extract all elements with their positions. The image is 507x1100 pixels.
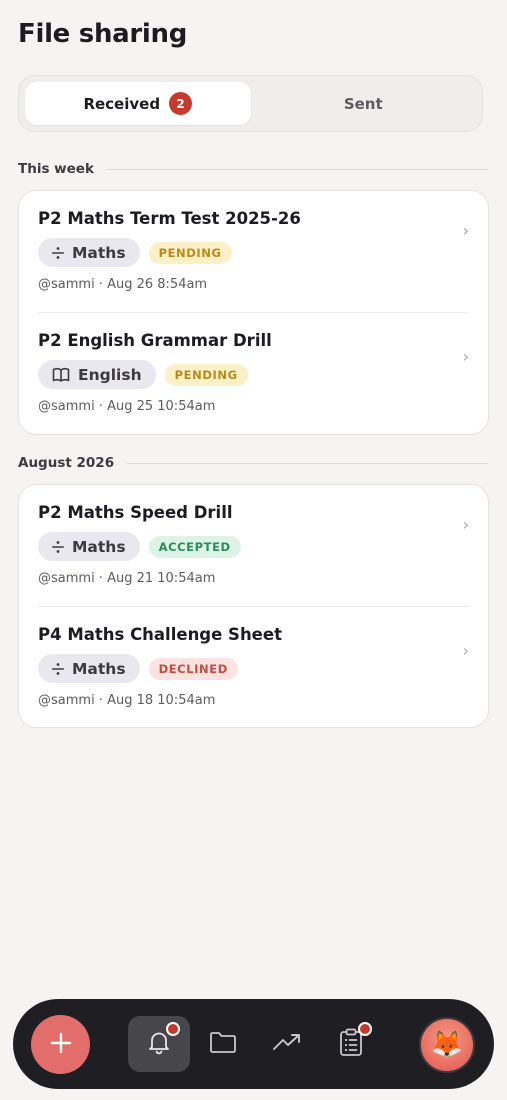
notification-dot xyxy=(166,1022,180,1036)
subject-label: English xyxy=(78,365,142,384)
folder-icon xyxy=(208,1029,238,1059)
file-meta: @sammi · Aug 26 8:54am xyxy=(38,277,208,292)
file-title: P2 Maths Term Test 2025-26 xyxy=(38,209,301,228)
section-divider xyxy=(126,462,488,464)
section-header-this-week: This week xyxy=(18,159,488,179)
chevron-right-icon: › xyxy=(462,515,469,534)
tab-sent-label: Sent xyxy=(343,94,383,113)
tab-bar: Received 2 Sent xyxy=(18,75,483,132)
nav-tasks[interactable] xyxy=(320,1016,382,1072)
chevron-right-icon: › xyxy=(462,347,469,366)
status-badge: PENDING xyxy=(164,363,248,386)
file-meta: @sammi · Aug 18 10:54am xyxy=(38,693,216,708)
plus-icon xyxy=(50,1032,72,1058)
status-badge: DECLINED xyxy=(148,657,238,680)
subject-label: Maths xyxy=(72,537,126,556)
status-badge: PENDING xyxy=(148,241,232,264)
nav-progress[interactable] xyxy=(256,1016,318,1072)
nav-files[interactable] xyxy=(192,1016,254,1072)
shared-file-item[interactable]: P2 Maths Speed Drill Maths ACCEPTED @sam… xyxy=(38,485,469,606)
chevron-right-icon: › xyxy=(462,641,469,660)
notification-dot xyxy=(358,1022,372,1036)
subject-label: Maths xyxy=(72,659,126,678)
file-list-card: P2 Maths Term Test 2025-26 Maths PENDING… xyxy=(18,190,489,435)
shared-file-item[interactable]: P2 Maths Term Test 2025-26 Maths PENDING… xyxy=(38,191,469,312)
tab-received-label: Received xyxy=(83,94,161,113)
book-icon xyxy=(52,367,70,383)
divide-icon xyxy=(52,662,64,676)
section-header-august-2026: August 2026 xyxy=(18,453,488,473)
file-list-card: P2 Maths Speed Drill Maths ACCEPTED @sam… xyxy=(18,484,489,728)
trending-up-icon xyxy=(272,1031,302,1057)
file-meta: @sammi · Aug 21 10:54am xyxy=(38,571,216,586)
nav-notifications[interactable] xyxy=(128,1016,190,1072)
section-divider xyxy=(105,168,488,170)
divide-icon xyxy=(52,246,64,260)
chevron-right-icon: › xyxy=(462,221,469,240)
subject-label: Maths xyxy=(72,243,126,262)
file-title: P4 Maths Challenge Sheet xyxy=(38,625,282,644)
bottom-nav-bar: 🦊 xyxy=(13,999,494,1089)
avatar[interactable]: 🦊 xyxy=(419,1017,475,1073)
subject-tag: Maths xyxy=(38,654,140,683)
subject-tag: English xyxy=(38,360,156,389)
subject-tag: Maths xyxy=(38,238,140,267)
shared-file-item[interactable]: P2 English Grammar Drill English PENDING… xyxy=(38,312,469,433)
shared-file-item[interactable]: P4 Maths Challenge Sheet Maths DECLINED … xyxy=(38,606,469,727)
subject-tag: Maths xyxy=(38,532,140,561)
file-meta: @sammi · Aug 25 10:54am xyxy=(38,399,216,414)
tab-sent[interactable]: Sent xyxy=(251,82,477,125)
file-title: P2 English Grammar Drill xyxy=(38,331,272,350)
divide-icon xyxy=(52,540,64,554)
section-title: This week xyxy=(18,161,94,177)
section-title: August 2026 xyxy=(18,455,115,471)
tab-received[interactable]: Received 2 xyxy=(25,82,251,125)
add-button[interactable] xyxy=(31,1015,90,1074)
file-title: P2 Maths Speed Drill xyxy=(38,503,233,522)
page-title: File sharing xyxy=(18,19,188,49)
received-count-badge: 2 xyxy=(169,92,193,115)
status-badge: ACCEPTED xyxy=(148,535,241,558)
